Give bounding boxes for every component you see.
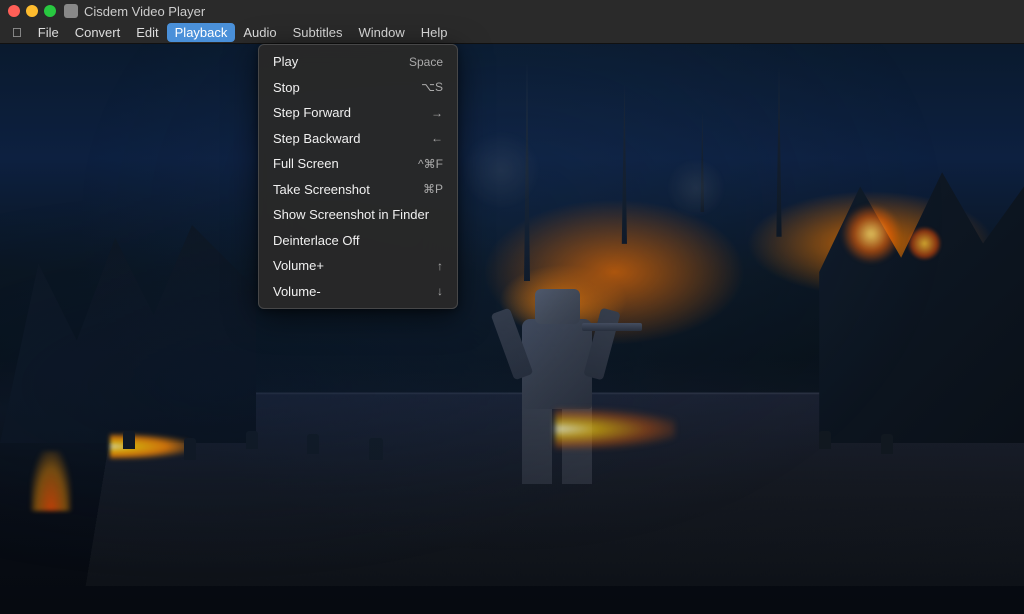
- playback-dropdown-menu: Play Space Stop ⌥S Step Forward → Step B…: [258, 44, 458, 309]
- menu-item-volume-down-label: Volume-: [273, 282, 321, 302]
- menu-item-volume-down[interactable]: Volume- ↓: [259, 279, 457, 305]
- rocks-right: [819, 158, 1024, 443]
- menu-item-show-screenshot-label: Show Screenshot in Finder: [273, 205, 429, 225]
- menu-help[interactable]: Help: [413, 23, 456, 42]
- soldier-5: [369, 438, 383, 460]
- fire-left: [31, 451, 71, 511]
- menu-item-volume-down-shortcut: ↓: [437, 282, 443, 300]
- title-bar: Cisdem Video Player: [0, 0, 1024, 22]
- menu-item-volume-up-label: Volume+: [273, 256, 324, 276]
- mech-head: [535, 289, 580, 324]
- app-title: Cisdem Video Player: [84, 4, 205, 19]
- menu-item-step-forward-label: Step Forward: [273, 103, 351, 123]
- smoke-2: [666, 158, 726, 218]
- soldier-2: [184, 438, 196, 460]
- menu-item-volume-up[interactable]: Volume+ ↑: [259, 253, 457, 279]
- menu-item-volume-up-shortcut: ↑: [437, 257, 443, 275]
- close-button[interactable]: [8, 5, 20, 17]
- menu-item-deinterlace-label: Deinterlace Off: [273, 231, 359, 251]
- muzzle-glow: [555, 409, 675, 449]
- traffic-lights: [8, 5, 56, 17]
- menu-item-play-label: Play: [273, 52, 298, 72]
- minimize-button[interactable]: [26, 5, 38, 17]
- menu-item-play[interactable]: Play Space: [259, 49, 457, 75]
- mech-robot: [492, 269, 622, 489]
- spike-7: [768, 67, 790, 237]
- menu-item-step-backward-label: Step Backward: [273, 129, 360, 149]
- menu-item-show-screenshot[interactable]: Show Screenshot in Finder: [259, 202, 457, 228]
- video-background: [0, 44, 1024, 614]
- spike-5: [614, 84, 634, 244]
- menu-item-stop-shortcut: ⌥S: [421, 78, 443, 96]
- menu-item-step-forward-shortcut: →: [431, 104, 443, 122]
- soldier-7: [881, 434, 893, 454]
- mech-weapon: [582, 323, 642, 331]
- rocks-left: [0, 187, 256, 444]
- menu-item-stop[interactable]: Stop ⌥S: [259, 75, 457, 101]
- menu-apple[interactable]: : [4, 23, 30, 42]
- smoke-1: [461, 130, 541, 210]
- mech-leg-left: [522, 404, 552, 484]
- menu-audio[interactable]: Audio: [235, 23, 284, 42]
- menu-subtitles[interactable]: Subtitles: [285, 23, 351, 42]
- menu-item-take-screenshot-shortcut: ⌘P: [423, 180, 443, 198]
- menu-item-play-shortcut: Space: [409, 53, 443, 71]
- menu-bar:  File Convert Edit Playback Audio Subti…: [0, 22, 1024, 44]
- menu-window[interactable]: Window: [351, 23, 413, 42]
- menu-item-full-screen-label: Full Screen: [273, 154, 339, 174]
- menu-item-full-screen[interactable]: Full Screen ^⌘F: [259, 151, 457, 177]
- maximize-button[interactable]: [44, 5, 56, 17]
- menu-item-full-screen-shortcut: ^⌘F: [418, 155, 443, 173]
- menu-convert[interactable]: Convert: [67, 23, 129, 42]
- menu-playback[interactable]: Playback: [167, 23, 236, 42]
- menu-item-take-screenshot-label: Take Screenshot: [273, 180, 370, 200]
- mech-torso: [522, 319, 592, 409]
- menu-item-step-backward-shortcut: ←: [431, 129, 443, 147]
- menu-item-step-backward[interactable]: Step Backward ←: [259, 126, 457, 152]
- menu-edit[interactable]: Edit: [128, 23, 166, 42]
- soldier-1: [123, 431, 135, 449]
- menu-item-take-screenshot[interactable]: Take Screenshot ⌘P: [259, 177, 457, 203]
- soldier-3: [246, 431, 258, 449]
- video-area: [0, 44, 1024, 614]
- soldier-6: [819, 431, 831, 449]
- menu-item-step-forward[interactable]: Step Forward →: [259, 100, 457, 126]
- app-icon: [64, 4, 78, 18]
- menu-item-stop-label: Stop: [273, 78, 300, 98]
- menu-file[interactable]: File: [30, 23, 67, 42]
- soldier-4: [307, 434, 319, 454]
- menu-item-deinterlace[interactable]: Deinterlace Off: [259, 228, 457, 254]
- explosion-right: [841, 204, 901, 264]
